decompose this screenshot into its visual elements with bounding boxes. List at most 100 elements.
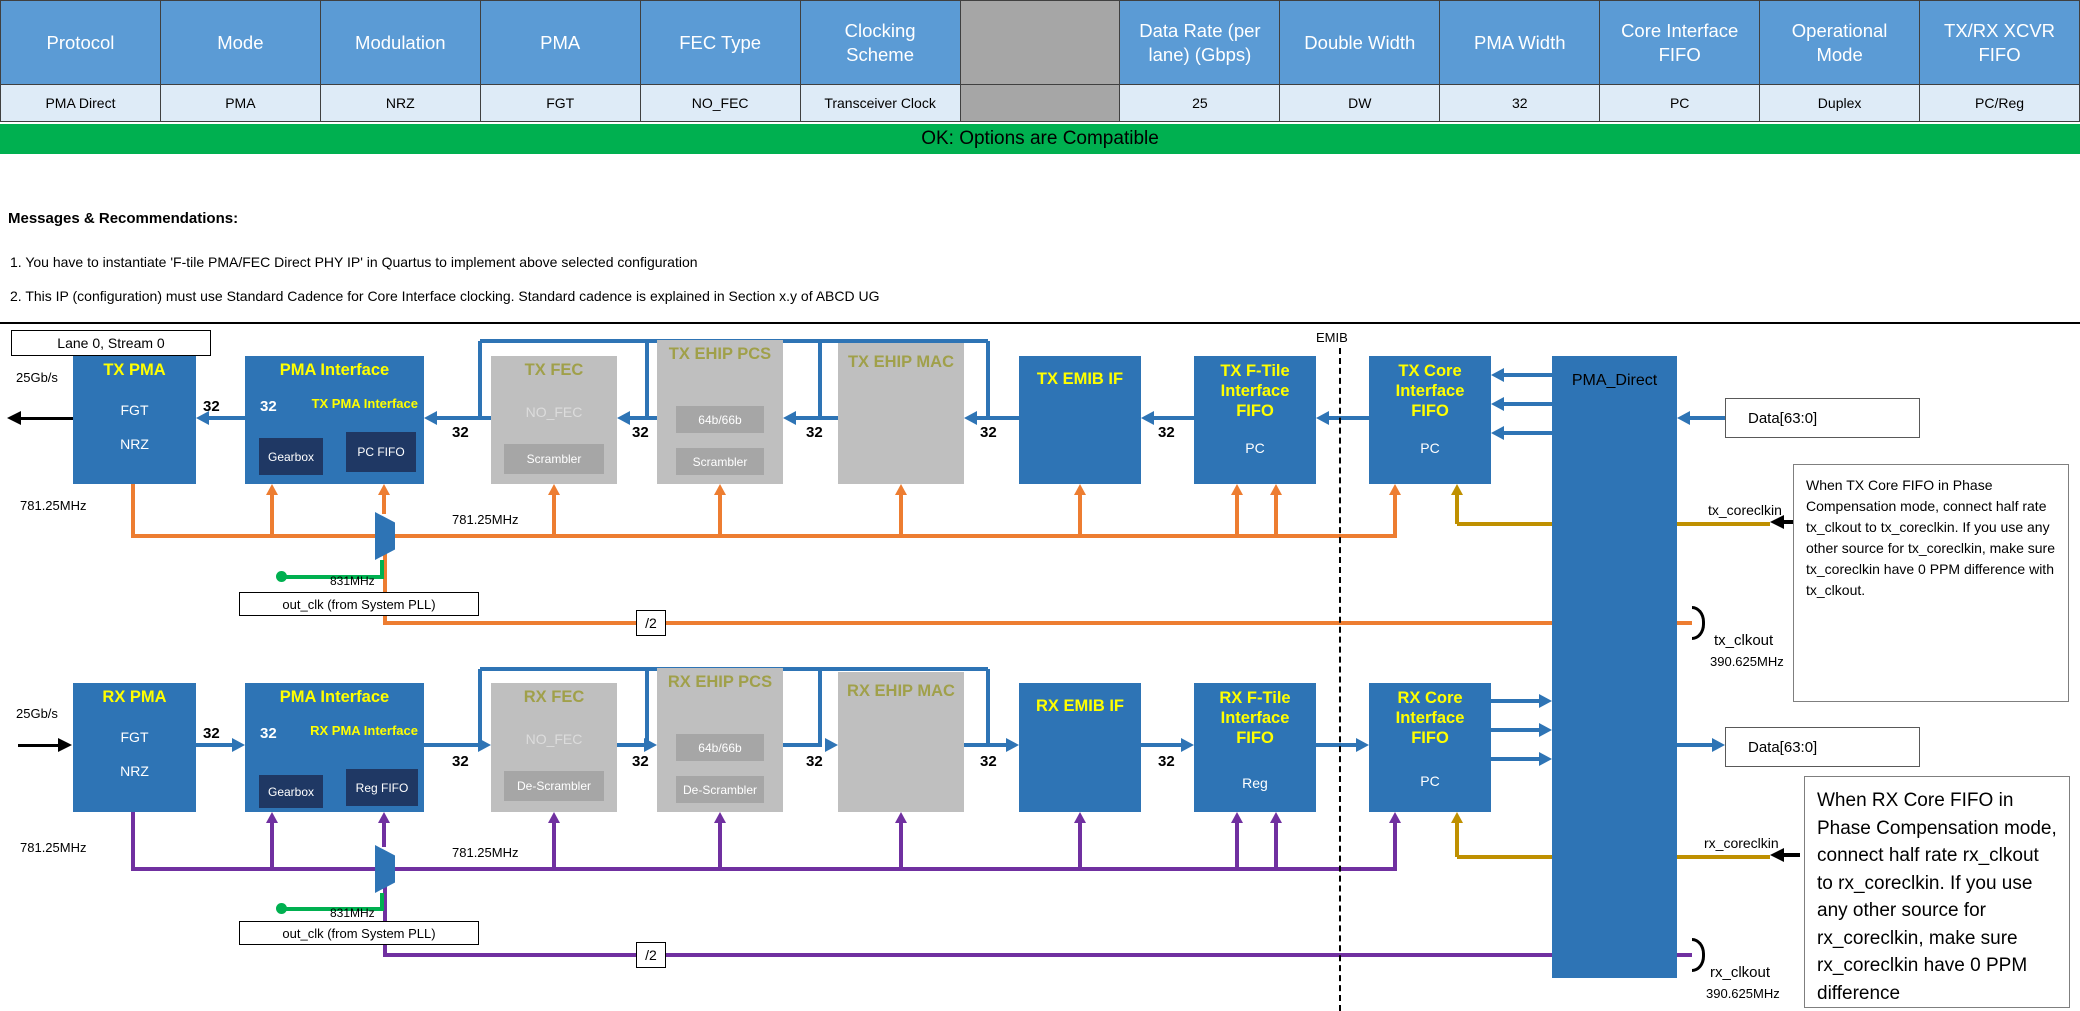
tx-bypass-drop [818, 341, 822, 420]
tx-clock-main-line [131, 534, 1397, 538]
tx-clock-arrow [1270, 484, 1282, 495]
tx-pll-clock-riser [380, 560, 384, 577]
col-header-blank [961, 1, 1120, 84]
rx-ehip-pcs-block: RX EHIP PCS 64b/66b De-Scrambler [657, 668, 783, 812]
col-header-core-interface-fifo: Core Interface FIFO [1600, 1, 1759, 84]
cell-modulation[interactable]: NRZ [321, 85, 480, 121]
rx-clock-arrow [1074, 812, 1086, 823]
rx-coreclkin-arrow [1451, 812, 1463, 823]
rx-core-fifo-note: When RX Core FIFO in Phase Compensation … [1804, 776, 2070, 1008]
rx-clock-arrow [895, 812, 907, 823]
cell-pma[interactable]: FGT [481, 85, 640, 121]
tx-arrow-into-emib-if [1141, 411, 1154, 425]
emib-label: EMIB [1316, 330, 1348, 345]
rx-clock-riser [1393, 821, 1397, 869]
col-header-data-rate: Data Rate (per lane) (Gbps) [1120, 1, 1279, 84]
cell-clocking-scheme[interactable]: Transceiver Clock [801, 85, 960, 121]
tx-clock-riser [718, 493, 722, 538]
tx-clock-riser [270, 493, 274, 538]
tx-clock-drop [131, 484, 135, 538]
tx-data-line [1688, 416, 1725, 420]
tx-divider-box: /2 [636, 610, 666, 636]
rx-pll-node-icon [276, 903, 287, 914]
rx-coreclkin-label: rx_coreclkin [1704, 835, 1779, 851]
col-header-pma-width: PMA Width [1440, 1, 1599, 84]
tx-clock-arrow [1074, 484, 1086, 495]
rx-emib-arrow [1539, 694, 1552, 708]
tx-arrow-into-pma-interface [424, 411, 437, 425]
rx-arrow-into-emib-if [1006, 738, 1019, 752]
message-item: 1. You have to instantiate 'F-tile PMA/F… [10, 254, 698, 270]
rx-arrow-into-core-fifo [1356, 738, 1369, 752]
tx-data-line [820, 416, 838, 420]
tx-ehip-pcs-block: TX EHIP PCS 64b/66b Scrambler [657, 340, 783, 484]
tx-arrow-into-fec [617, 411, 630, 425]
rx-clock-freq-label: 781.25MHz [452, 845, 518, 860]
rx-outclk-label-box: out_clk (from System PLL) [239, 921, 479, 945]
cell-xcvr-fifo[interactable]: PC/Reg [1920, 85, 2079, 121]
rx-bypass-drop [818, 669, 822, 747]
rx-clock-arrow [714, 812, 726, 823]
rx-mux-output [382, 821, 386, 847]
bus-width-label: 32 [1158, 424, 1175, 441]
tx-clock-arrow [895, 484, 907, 495]
gearbox-subblock: Gearbox [259, 775, 323, 808]
tx-bypass-drop [645, 341, 649, 420]
tx-clock-arrow [714, 484, 726, 495]
rx-emib-line [1491, 728, 1541, 732]
block-subtitle: TX PMA Interface [312, 396, 418, 411]
tx-emib-arrow [1491, 397, 1504, 411]
tx-data-line [1327, 416, 1369, 420]
tx-emib-arrow [1491, 426, 1504, 440]
rx-pll-clock-riser [380, 893, 384, 909]
rx-data-line [783, 743, 822, 747]
tx-clock-riser [1235, 493, 1239, 538]
tx-bypass-drop [986, 341, 990, 420]
tx-data-line [975, 416, 1019, 420]
rx-clock-riser [270, 821, 274, 869]
bus-width-label: 32 [1158, 753, 1175, 770]
tx-emib-arrow [1491, 368, 1504, 382]
rx-fec-block: RX FEC NO_FEC De-Scrambler [491, 683, 617, 812]
cell-operational-mode[interactable]: Duplex [1760, 85, 1919, 121]
emib-boundary-line [1339, 348, 1341, 1011]
rx-clkout-connector-icon [1692, 938, 1705, 972]
fifo-mode-label: PC [1369, 440, 1491, 456]
rx-divider-box: /2 [636, 942, 666, 968]
tx-bypass-drop [478, 341, 482, 420]
col-header-double-width: Double Width [1280, 1, 1439, 84]
cell-protocol[interactable]: PMA Direct [1, 85, 160, 121]
rx-emib-line [1491, 757, 1541, 761]
modulation-label: NRZ [73, 763, 196, 779]
block-title: TX FEC [491, 356, 617, 381]
cell-mode[interactable]: PMA [161, 85, 320, 121]
tx-clock-freq-label: 781.25MHz [20, 498, 86, 513]
block-title: RX EHIP PCS [657, 668, 783, 693]
block-title: RX PMA [73, 683, 196, 708]
tx-core-fifo-block: TX Core Interface FIFO PC [1369, 356, 1491, 484]
rx-serial-rate-label: 25Gb/s [16, 706, 58, 721]
rx-data-line [1316, 743, 1358, 747]
rx-pma-block: RX PMA FGT NRZ [73, 683, 196, 812]
rx-clock-mux [375, 845, 395, 893]
bus-width-label: 32 [806, 424, 823, 441]
tx-data-in-arrow [1677, 411, 1690, 425]
gearbox-subblock: Gearbox [259, 438, 323, 475]
col-header-xcvr-fifo: TX/RX XCVR FIFO [1920, 1, 2079, 84]
block-title: TX Core Interface FIFO [1369, 356, 1491, 421]
cell-core-interface-fifo[interactable]: PC [1600, 85, 1759, 121]
cell-pma-width[interactable]: 32 [1440, 85, 1599, 121]
cell-data-rate[interactable]: 25 [1120, 85, 1279, 121]
tx-clock-arrow [266, 484, 278, 495]
tx-pma-block: TX PMA FGT NRZ [73, 356, 196, 484]
tx-pll-node-icon [276, 571, 287, 582]
cell-double-width[interactable]: DW [1280, 85, 1439, 121]
encoder-subblock: 64b/66b [676, 406, 764, 433]
rx-clock-riser [1274, 821, 1278, 869]
rx-coreclkin-stub [1782, 853, 1800, 857]
tx-clock-riser [1393, 493, 1397, 538]
rx-clock-arrow [266, 812, 278, 823]
cell-fec-type[interactable]: NO_FEC [641, 85, 800, 121]
rx-clock-riser [899, 821, 903, 869]
decoder-subblock: 64b/66b [676, 734, 764, 761]
